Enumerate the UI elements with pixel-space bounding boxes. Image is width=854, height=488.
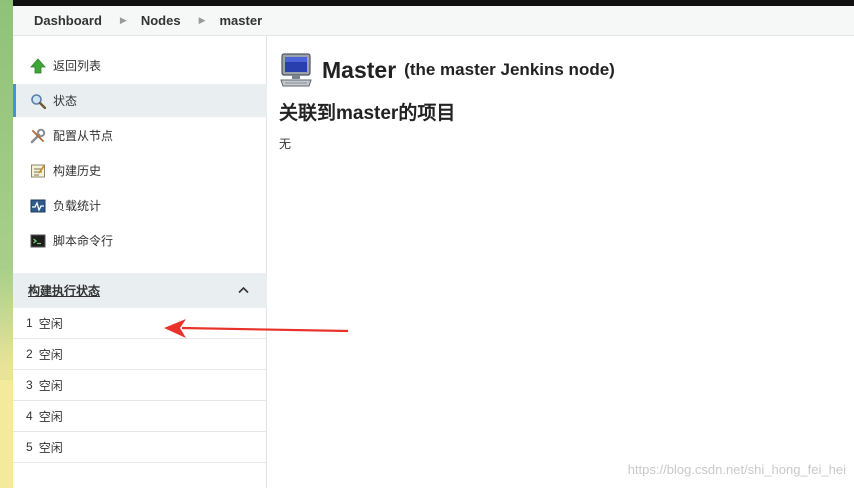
executors-title[interactable]: 构建执行状态 [28, 282, 100, 299]
up-arrow-icon [29, 57, 46, 74]
page-title-row: Master (the master Jenkins node) [279, 52, 615, 88]
breadcrumb: Dashboard ▶ Nodes ▶ master [13, 6, 854, 36]
executor-row: 5 空闲 [13, 432, 267, 463]
task-configure-node[interactable]: 配置从节点 [13, 119, 267, 152]
task-label: 状态 [53, 94, 78, 108]
executor-number: 3 [26, 378, 33, 392]
page-subtitle: (the master Jenkins node) [404, 60, 615, 79]
executor-number: 4 [26, 409, 33, 423]
sidebar: 返回列表 状态 配置从节点 构建历史 负载统计 脚本命令行 构建执行状态 1 空… [13, 36, 267, 488]
wrench-icon [29, 127, 46, 144]
chevron-up-icon[interactable] [238, 285, 249, 297]
watermark: https://blog.csdn.net/shi_hong_fei_hei [627, 462, 846, 477]
task-script-console[interactable]: 脚本命令行 [13, 224, 267, 257]
executor-number: 5 [26, 440, 33, 454]
task-label: 负载统计 [53, 199, 102, 213]
chart-icon [29, 197, 46, 214]
computer-icon [279, 52, 313, 88]
breadcrumb-nodes[interactable]: Nodes [141, 13, 181, 28]
page-title: Master [322, 56, 397, 83]
task-label: 配置从节点 [53, 129, 114, 143]
task-label: 构建历史 [53, 164, 102, 178]
executor-status: 空闲 [38, 409, 63, 424]
search-icon [29, 92, 46, 109]
executor-row: 3 空闲 [13, 370, 267, 401]
executor-status: 空闲 [38, 440, 63, 455]
executor-row: 1 空闲 [13, 308, 267, 339]
executor-status: 空闲 [38, 347, 63, 362]
desktop-edge [0, 0, 13, 488]
task-back-to-list[interactable]: 返回列表 [13, 49, 267, 82]
projects-heading: 关联到master的项目 [279, 103, 456, 124]
projects-empty-text: 无 [279, 137, 292, 151]
task-label: 返回列表 [53, 59, 102, 73]
executors-header: 构建执行状态 [13, 273, 267, 308]
task-label: 脚本命令行 [53, 234, 114, 248]
executor-status: 空闲 [38, 316, 63, 331]
breadcrumb-dashboard[interactable]: Dashboard [34, 13, 102, 28]
main-panel: Master (the master Jenkins node) 关联到mast… [268, 36, 854, 488]
executor-row: 4 空闲 [13, 401, 267, 432]
executor-number: 1 [26, 316, 33, 330]
breadcrumb-master[interactable]: master [219, 13, 262, 28]
task-build-history[interactable]: 构建历史 [13, 154, 267, 187]
task-status[interactable]: 状态 [13, 84, 267, 117]
chevron-right-icon: ▶ [119, 15, 127, 25]
task-load-statistics[interactable]: 负载统计 [13, 189, 267, 222]
executor-row: 2 空闲 [13, 339, 267, 370]
notepad-icon [29, 162, 46, 179]
executor-number: 2 [26, 347, 33, 361]
terminal-icon [29, 232, 46, 249]
executor-status: 空闲 [38, 378, 63, 393]
chevron-right-icon: ▶ [198, 15, 206, 25]
